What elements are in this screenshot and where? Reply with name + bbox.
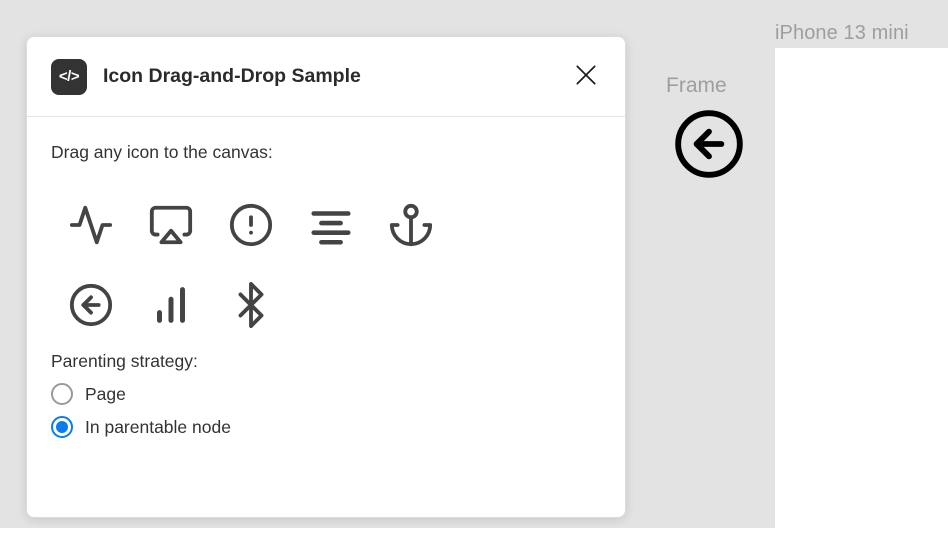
radio-button-in-parentable-node[interactable] — [51, 416, 73, 438]
radio-label-page: Page — [85, 383, 126, 404]
airplay-icon[interactable] — [131, 185, 211, 265]
align-center-icon[interactable] — [291, 185, 371, 265]
icon-drag-and-drop-dialog: </> Icon Drag-and-Drop Sample Drag any i… — [26, 36, 626, 518]
alert-circle-icon[interactable] — [211, 185, 291, 265]
drag-instruction-label: Drag any icon to the canvas: — [51, 142, 273, 162]
arrow-left-circle-icon[interactable] — [51, 265, 131, 345]
code-brackets-icon: </> — [51, 58, 87, 95]
bar-chart-icon[interactable] — [131, 265, 211, 345]
radio-option-page[interactable]: Page — [51, 383, 311, 405]
icon-palette — [51, 185, 511, 345]
dialog-title: Icon Drag-and-Drop Sample — [103, 65, 361, 87]
radio-label-in-parentable-node: In parentable node — [85, 416, 231, 437]
app-logo-glyph: </> — [58, 68, 80, 85]
anchor-icon[interactable] — [371, 185, 451, 265]
close-button[interactable] — [569, 60, 603, 94]
close-icon — [573, 62, 599, 91]
device-frame-iphone-13-mini[interactable] — [775, 48, 948, 540]
device-frame-label: iPhone 13 mini — [775, 22, 909, 44]
arrow-left-circle-icon[interactable] — [672, 107, 746, 181]
frame-group-label: Frame — [666, 74, 727, 97]
dialog-header: </> Icon Drag-and-Drop Sample — [27, 37, 625, 117]
bluetooth-icon[interactable] — [211, 265, 291, 345]
radio-option-in-parentable-node[interactable]: In parentable node — [51, 416, 311, 438]
radio-button-page[interactable] — [51, 383, 73, 405]
parenting-strategy-label: Parenting strategy: — [51, 351, 198, 371]
parenting-strategy-section: Parenting strategy: Page In parentable n… — [51, 351, 601, 438]
activity-icon[interactable] — [51, 185, 131, 265]
dialog-body: Drag any icon to the canvas: Parenting s… — [27, 117, 625, 438]
